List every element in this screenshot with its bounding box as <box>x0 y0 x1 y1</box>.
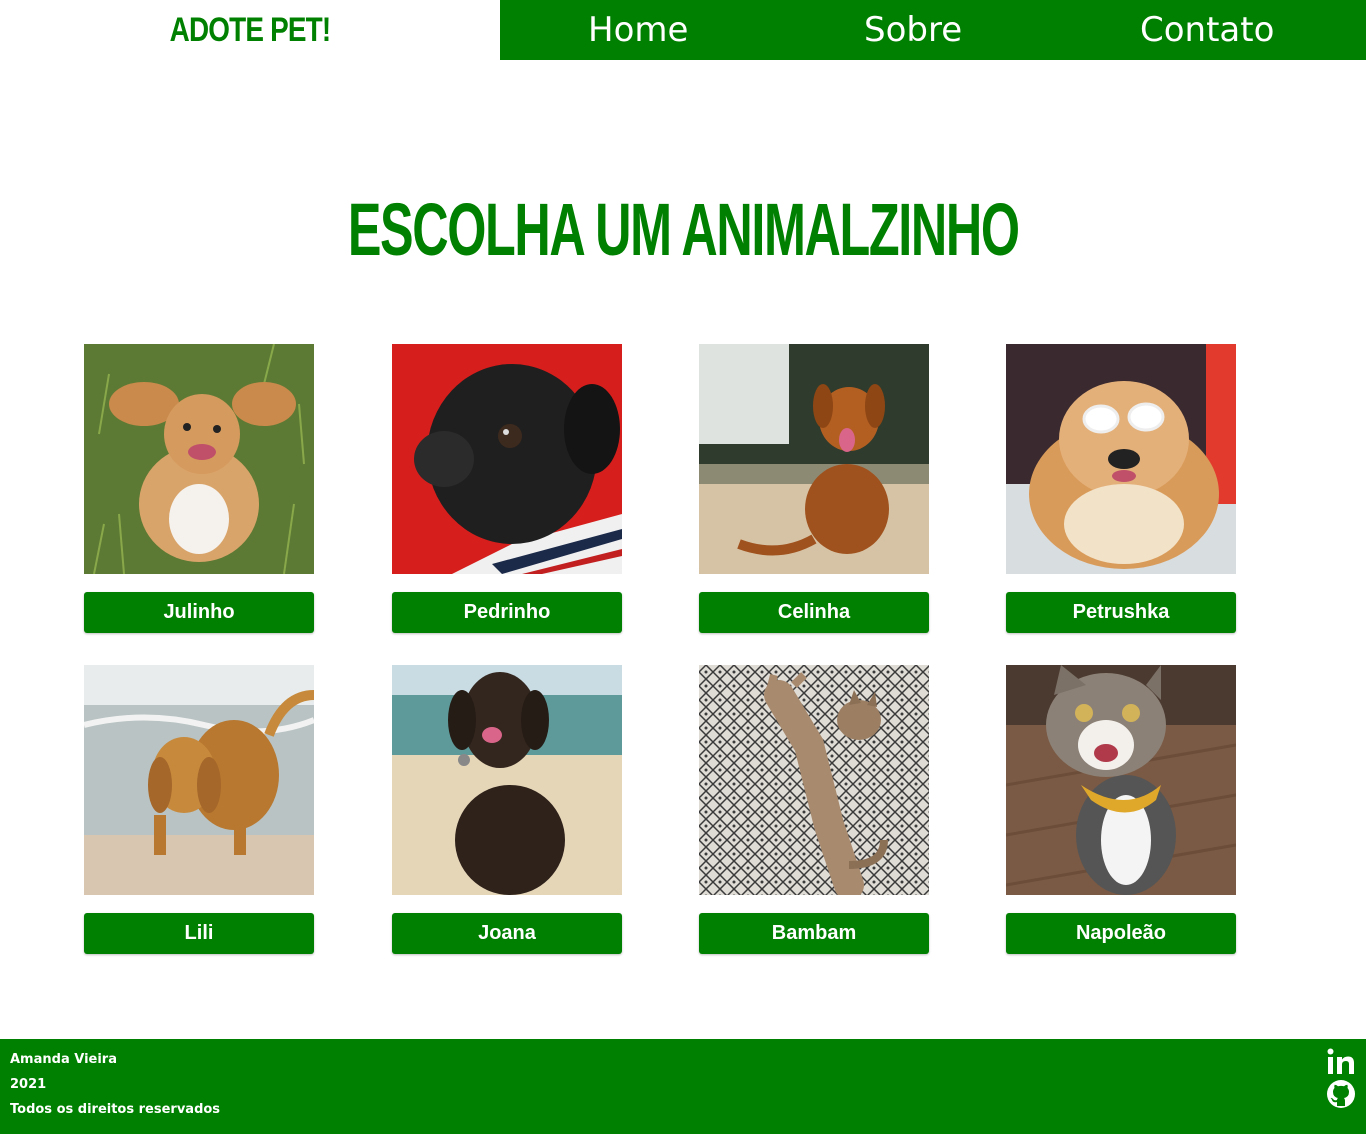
pet-photo[interactable] <box>1006 665 1236 895</box>
nav-link-home[interactable]: Home <box>588 0 688 60</box>
site-header: ADOTE PET! Home Sobre Contato <box>0 0 1366 60</box>
pet-photo[interactable] <box>84 344 314 574</box>
pet-photo[interactable] <box>1006 344 1236 574</box>
pet-button-joana[interactable]: Joana <box>392 913 622 954</box>
pet-photo[interactable] <box>699 344 929 574</box>
dog-photo-icon <box>84 344 314 574</box>
pet-button-lili[interactable]: Lili <box>84 913 314 954</box>
pet-card: Celinha <box>699 344 929 634</box>
site-footer: Amanda Vieira 2021 Todos os direitos res… <box>0 1039 1366 1134</box>
dog-photo-icon <box>1006 344 1236 574</box>
footer-year: 2021 <box>10 1077 47 1092</box>
dog-photo-icon <box>84 665 314 895</box>
pet-photo[interactable] <box>392 665 622 895</box>
dog-photo-icon <box>392 344 622 574</box>
site-logo[interactable]: ADOTE PET! <box>45 0 455 60</box>
dog-photo-icon <box>699 344 929 574</box>
dog-photo-icon <box>392 665 622 895</box>
pet-photo[interactable] <box>699 665 929 895</box>
github-icon[interactable] <box>1326 1079 1356 1109</box>
pet-card: Lili <box>84 665 314 955</box>
cat-photo-icon <box>1006 665 1236 895</box>
pet-card: Petrushka <box>1006 344 1236 634</box>
linkedin-icon[interactable] <box>1326 1047 1356 1077</box>
pet-photo[interactable] <box>84 665 314 895</box>
pet-button-bambam[interactable]: Bambam <box>699 913 929 954</box>
main-nav: Home Sobre Contato <box>500 0 1366 60</box>
pet-photo[interactable] <box>392 344 622 574</box>
cat-photo-icon <box>699 665 929 895</box>
footer-author: Amanda Vieira <box>10 1052 117 1067</box>
page-title: ESCOLHA UM ANIMALZINHO <box>347 188 1020 271</box>
pet-card: Pedrinho <box>392 344 622 634</box>
footer-rights: Todos os direitos reservados <box>10 1102 221 1117</box>
nav-link-sobre[interactable]: Sobre <box>864 0 962 60</box>
pet-button-pedrinho[interactable]: Pedrinho <box>392 592 622 633</box>
pet-card: Julinho <box>84 344 314 634</box>
pet-button-petrushka[interactable]: Petrushka <box>1006 592 1236 633</box>
pet-button-napoleao[interactable]: Napoleão <box>1006 913 1236 954</box>
pet-card: Bambam <box>699 665 929 955</box>
nav-link-contato[interactable]: Contato <box>1140 0 1274 60</box>
pet-card: Joana <box>392 665 622 955</box>
pet-card: Napoleão <box>1006 665 1236 955</box>
pet-button-julinho[interactable]: Julinho <box>84 592 314 633</box>
pet-button-celinha[interactable]: Celinha <box>699 592 929 633</box>
